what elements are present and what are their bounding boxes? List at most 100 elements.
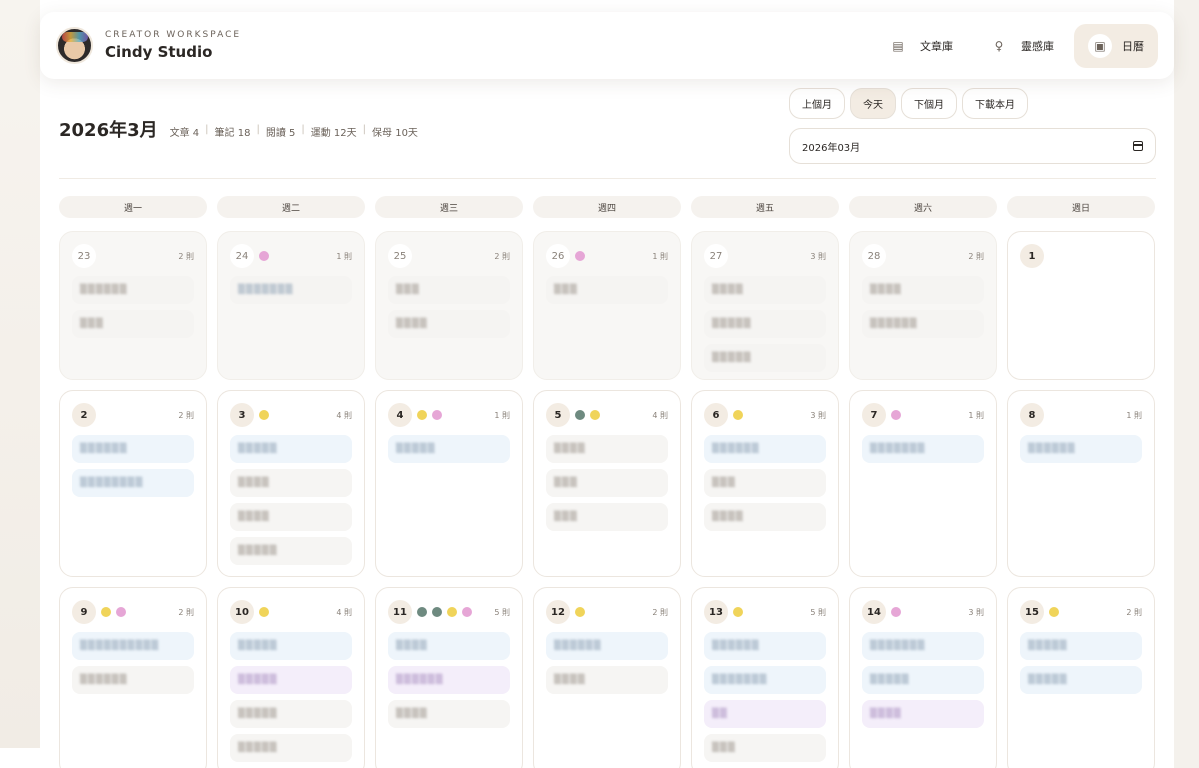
- entry-chip[interactable]: ▒▒▒▒▒: [1020, 632, 1142, 660]
- entry-chip[interactable]: ▒▒▒: [388, 276, 510, 304]
- day-cell[interactable]: 7 1 則 ▒▒▒▒▒▒▒: [849, 390, 997, 577]
- entry-chip[interactable]: ▒▒▒▒: [862, 700, 984, 728]
- day-cell[interactable]: 63 則 ▒▒▒▒▒▒ ▒▒▒ ▒▒▒▒: [691, 390, 839, 577]
- entry-chip[interactable]: ▒▒▒▒▒▒▒: [230, 276, 352, 304]
- entry-chip[interactable]: ▒▒▒▒▒▒▒: [862, 435, 984, 463]
- day-cell-header: 5 4 則: [546, 403, 668, 427]
- entry-chip[interactable]: ▒▒▒▒▒▒: [546, 632, 668, 660]
- entry-chip[interactable]: ▒▒▒▒▒▒: [72, 666, 194, 694]
- entry-chip[interactable]: ▒▒▒: [546, 503, 668, 531]
- entry-title: ▒▒▒▒▒: [396, 444, 436, 454]
- day-cell[interactable]: 27 3 則 ▒▒▒▒ ▒▒▒▒▒ ▒▒▒▒▒: [691, 231, 839, 380]
- entry-title: ▒▒▒▒▒▒: [712, 444, 760, 454]
- entry-chip[interactable]: ▒▒▒▒▒: [230, 700, 352, 728]
- day-cell[interactable]: 10 4 則 ▒▒▒▒▒ ▒▒▒▒▒ ▒▒▒▒▒ ▒▒▒▒▒: [217, 587, 365, 768]
- entry-chip[interactable]: ▒▒▒: [72, 310, 194, 338]
- entry-chip[interactable]: ▒▒▒▒▒: [704, 344, 826, 372]
- day-cell[interactable]: 8 1 則 ▒▒▒▒▒▒: [1007, 390, 1155, 577]
- entry-chip[interactable]: ▒▒: [704, 700, 826, 728]
- day-cell[interactable]: 4 1 則 ▒▒▒▒▒: [375, 390, 523, 577]
- weekday-label: 週日: [1007, 196, 1155, 218]
- entry-chip[interactable]: ▒▒▒▒: [388, 632, 510, 660]
- entry-chip[interactable]: ▒▒▒▒▒: [230, 537, 352, 565]
- entry-chip[interactable]: ▒▒▒: [546, 276, 668, 304]
- entry-chip[interactable]: ▒▒▒▒: [862, 276, 984, 304]
- entry-title: ▒▒▒▒: [396, 641, 428, 651]
- day-cell[interactable]: 14 3 則 ▒▒▒▒▒▒▒ ▒▒▒▒▒ ▒▒▒▒: [849, 587, 997, 768]
- entry-chip[interactable]: ▒▒▒▒: [546, 666, 668, 694]
- entry-chip[interactable]: ▒▒▒▒▒▒▒▒▒▒: [72, 632, 194, 660]
- next-month-button[interactable]: 下個月: [901, 88, 957, 119]
- entry-chip[interactable]: ▒▒▒▒▒: [230, 734, 352, 762]
- day-number: 15: [1020, 600, 1044, 624]
- day-cell[interactable]: 28 2 則 ▒▒▒▒ ▒▒▒▒▒▒: [849, 231, 997, 380]
- weekday-label: 週四: [533, 196, 681, 218]
- prev-month-button[interactable]: 上個月: [789, 88, 845, 119]
- download-month-button[interactable]: 下載本月: [962, 88, 1028, 119]
- day-cell[interactable]: 54 則 ▒▒▒▒ ▒▒▒ ▒▒▒: [533, 390, 681, 577]
- day-cell[interactable]: 92 則 ▒▒▒▒▒▒▒▒▒▒ ▒▒▒▒▒▒: [59, 587, 207, 768]
- entry-chip[interactable]: ▒▒▒▒: [388, 700, 510, 728]
- day-cell[interactable]: 13 5 則 ▒▒▒▒▒▒ ▒▒▒▒▒▒▒ ▒▒ ▒▒▒: [691, 587, 839, 768]
- entry-list: ▒▒▒▒▒▒▒▒▒▒▒▒▒▒: [72, 435, 194, 497]
- nav-item-calendar[interactable]: ▣ 日曆: [1074, 23, 1158, 68]
- entry-chip[interactable]: ▒▒▒▒▒▒▒▒: [72, 469, 194, 497]
- day-cell[interactable]: 15 2 則 ▒▒▒▒▒ ▒▒▒▒▒: [1007, 587, 1155, 768]
- entry-chip[interactable]: ▒▒▒: [704, 734, 826, 762]
- entry-title: ▒▒▒▒▒: [238, 743, 278, 753]
- entry-chip[interactable]: ▒▒▒▒▒: [1020, 666, 1142, 694]
- entry-list: ▒▒▒▒▒▒▒▒▒▒▒▒▒▒▒▒▒▒: [704, 632, 826, 762]
- entry-title: ▒▒▒: [712, 743, 736, 753]
- day-cell[interactable]: 11 5 則 ▒▒▒▒ ▒▒▒▒▒▒ ▒▒▒▒: [375, 587, 523, 768]
- day-number: 8: [1020, 403, 1044, 427]
- entry-chip[interactable]: ▒▒▒▒: [230, 503, 352, 531]
- day-cell[interactable]: 1: [1007, 231, 1155, 380]
- day-cell[interactable]: 25 2 則 ▒▒▒ ▒▒▒▒: [375, 231, 523, 380]
- entry-chip[interactable]: ▒▒▒▒▒▒: [704, 632, 826, 660]
- day-number: 25: [388, 244, 412, 268]
- entry-chip[interactable]: ▒▒▒▒▒: [862, 666, 984, 694]
- entry-chip[interactable]: ▒▒▒▒▒▒: [704, 435, 826, 463]
- entry-chip[interactable]: ▒▒▒▒▒▒▒: [862, 632, 984, 660]
- entry-chip[interactable]: ▒▒▒▒▒: [230, 632, 352, 660]
- entry-chip[interactable]: ▒▒▒▒▒: [388, 435, 510, 463]
- entry-chip[interactable]: ▒▒▒▒: [230, 469, 352, 497]
- entry-count: 1 則: [652, 251, 668, 261]
- category-dot-green: [432, 607, 442, 617]
- day-cell[interactable]: 23 2 則 ▒▒▒▒▒▒ ▒▒▒: [59, 231, 207, 380]
- entry-count: 4 則: [652, 410, 668, 420]
- entry-chip[interactable]: ▒▒▒▒▒▒: [388, 666, 510, 694]
- day-number: 9: [72, 600, 96, 624]
- entry-chip[interactable]: ▒▒▒▒▒▒: [72, 435, 194, 463]
- entry-chip[interactable]: ▒▒▒▒▒: [230, 435, 352, 463]
- today-button[interactable]: 今天: [850, 88, 896, 119]
- day-cell[interactable]: 34 則 ▒▒▒▒▒ ▒▒▒▒ ▒▒▒▒ ▒▒▒▒▒: [217, 390, 365, 577]
- nav-item-document[interactable]: ▤ 文章庫: [872, 24, 967, 68]
- avatar[interactable]: [56, 27, 93, 64]
- day-cell[interactable]: 22 則 ▒▒▒▒▒▒ ▒▒▒▒▒▒▒▒: [59, 390, 207, 577]
- nav-item-lightbulb[interactable]: ♀ 靈感庫: [973, 24, 1068, 68]
- day-cell[interactable]: 24 1 則 ▒▒▒▒▒▒▒: [217, 231, 365, 380]
- day-number: 27: [704, 244, 728, 268]
- day-cell[interactable]: 12 2 則 ▒▒▒▒▒▒ ▒▒▒▒: [533, 587, 681, 768]
- entry-list: ▒▒▒▒▒▒▒: [230, 276, 352, 304]
- entry-chip[interactable]: ▒▒▒▒▒: [230, 666, 352, 694]
- entry-chip[interactable]: ▒▒▒▒▒: [704, 310, 826, 338]
- entry-chip[interactable]: ▒▒▒▒▒▒▒: [704, 666, 826, 694]
- calendar-picker-icon[interactable]: [1133, 141, 1143, 151]
- entry-chip[interactable]: ▒▒▒: [704, 469, 826, 497]
- entry-chip[interactable]: ▒▒▒▒▒▒: [72, 276, 194, 304]
- entry-chip[interactable]: ▒▒▒▒▒▒: [862, 310, 984, 338]
- entry-chip[interactable]: ▒▒▒▒: [704, 503, 826, 531]
- month-picker-value: 2026年03月: [802, 142, 861, 154]
- entry-chip[interactable]: ▒▒▒▒▒▒: [1020, 435, 1142, 463]
- entry-chip[interactable]: ▒▒▒: [546, 469, 668, 497]
- entry-title: ▒▒▒▒: [238, 512, 270, 522]
- entry-chip[interactable]: ▒▒▒▒: [704, 276, 826, 304]
- category-dot-green: [575, 410, 585, 420]
- entry-list: ▒▒▒▒▒▒ ▒▒▒ ▒▒▒▒: [704, 435, 826, 531]
- day-cell[interactable]: 26 1 則 ▒▒▒: [533, 231, 681, 380]
- entry-chip[interactable]: ▒▒▒▒: [388, 310, 510, 338]
- entry-chip[interactable]: ▒▒▒▒: [546, 435, 668, 463]
- month-picker-input[interactable]: 2026年03月: [789, 128, 1156, 164]
